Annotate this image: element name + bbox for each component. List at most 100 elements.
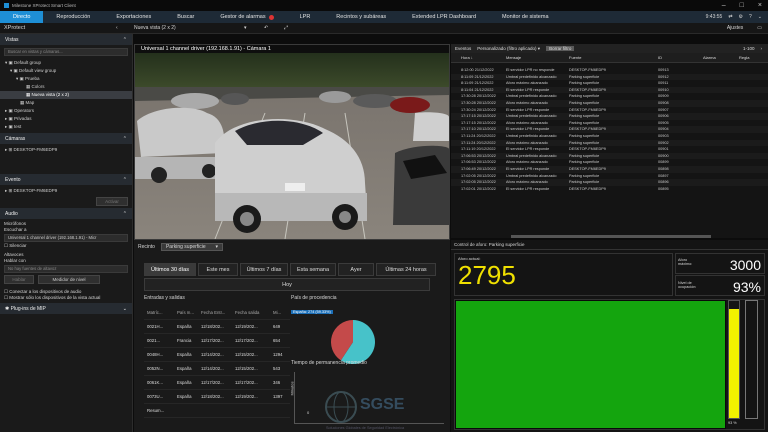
event-row[interactable]: 8:11:09 21/12/2022 Umbral predefinido alc… <box>451 73 768 81</box>
tree-item-prueba[interactable]: ▾ ▣ Prueba <box>0 75 132 83</box>
clear-filter-button[interactable]: Borrar filtro <box>546 46 575 51</box>
show-current-view-checkbox[interactable]: ☐ Mostrar sólo los dispositivos de la vi… <box>4 295 128 301</box>
event-row[interactable]: 17:11:24 20/12/2022 Aforo máximo alcanzad… <box>451 139 768 147</box>
chevron-up-icon[interactable]: ⌃ <box>123 37 127 43</box>
table-row[interactable]: 0021... Francia 12/17/202... 12/17/202... 65… <box>144 334 290 348</box>
cameras-header[interactable]: Cámaras ⌃ <box>0 133 132 144</box>
silenciar-checkbox[interactable]: ☐ Silenciar <box>4 243 128 249</box>
tab-exportaciones[interactable]: Exportaciones <box>103 11 164 23</box>
tab-ultimos-30-dias[interactable]: Últimos 30 días <box>144 263 196 276</box>
view-selector[interactable]: Nueva vista (2 x 2) <box>134 25 244 31</box>
table-row[interactable]: 0052N... España 12/14/202... 12/15/202... 54… <box>144 362 290 376</box>
event-row[interactable]: 17:06:53 20/12/2022 Aforo máximo alcanzad… <box>451 159 768 166</box>
views-header[interactable]: Vistas ⌃ <box>0 34 132 45</box>
tree-item-nueva-vista[interactable]: ▦ Nueva vista (2 x 2) <box>0 91 132 99</box>
gear-icon[interactable]: ⚙ <box>739 14 743 20</box>
tree-item-privadas[interactable]: ▸ ▣ Privadas <box>0 115 132 123</box>
medidor-nivel-button[interactable]: Medidor de nivel <box>38 275 100 284</box>
tree-item-default-view-group[interactable]: ▾ ▣ Default view group <box>0 67 132 75</box>
evento-server-item[interactable]: ▸ ⊞ DESKTOP-FM6EDP9 <box>0 187 132 195</box>
column-regla[interactable]: Regla <box>739 55 768 60</box>
event-row[interactable]: 8:12:00 21/12/2022 El servidor LPR no res… <box>451 67 768 74</box>
col-pais[interactable]: País m... <box>174 306 198 319</box>
chevron-down-icon[interactable]: ⌄ <box>758 14 762 20</box>
microphone-select[interactable]: Universal 1 channel driver (192.168.1.91… <box>4 234 128 242</box>
tab-ultimos-7-dias[interactable]: Últimos 7 días <box>240 263 288 276</box>
table-row[interactable]: 0021H... España 12/18/202... 12/19/202... 64… <box>144 320 290 334</box>
maximize-button[interactable]: □ <box>740 0 744 11</box>
evento-header[interactable]: Evento ⌃ <box>0 174 132 185</box>
tab-reproduccion[interactable]: Reproducción <box>43 11 103 23</box>
tab-recintos[interactable]: Recintos y subáreas <box>323 11 399 23</box>
event-row[interactable]: 17:17:15 20/12/2022 Umbral predefinido al… <box>451 113 768 120</box>
ajustes-button[interactable]: Ajustes <box>727 25 743 31</box>
column-fuente[interactable]: Fuente <box>569 55 658 60</box>
tab-esta-semana[interactable]: Esta semana <box>290 263 336 276</box>
collapse-left-icon[interactable]: ‹ <box>116 25 134 31</box>
event-row[interactable]: 17:30:24 20/12/2022 El servidor LPR respo… <box>451 107 768 114</box>
undo-icon[interactable]: ↶ <box>264 25 284 31</box>
dropdown-arrow-icon[interactable]: ▾ <box>244 25 264 31</box>
table-row[interactable]: 0061K... España 12/17/202... 12/17/202... 34… <box>144 376 290 390</box>
window-icon[interactable]: ▭ <box>757 25 762 31</box>
tab-hoy[interactable]: Hoy <box>144 278 430 291</box>
tab-buscar[interactable]: Buscar <box>164 11 207 23</box>
col-minutos[interactable]: Mi... <box>270 306 290 319</box>
event-row[interactable]: 17:30:28 20/12/2022 Aforo máximo alcanzad… <box>451 99 768 107</box>
column-mensaje[interactable]: Mensaje <box>506 55 569 60</box>
table-row[interactable]: 0073U... España 12/18/202... 12/19/202... 13… <box>144 390 290 404</box>
tab-este-mes[interactable]: Este mes <box>198 263 238 276</box>
tab-ayer[interactable]: Ayer <box>338 263 374 276</box>
recinto-select[interactable]: Parking superficie ▾ <box>160 243 223 251</box>
close-button[interactable]: × <box>758 0 762 11</box>
column-alarma[interactable]: Alarma <box>703 55 739 60</box>
tree-item-map[interactable]: ▦ Map <box>0 99 132 107</box>
tab-gestor-alarmas[interactable]: Gestor de alarmas <box>207 11 286 23</box>
event-row[interactable]: 8:11:04 21/12/2022 El servidor LPR respon… <box>451 86 768 94</box>
event-row[interactable]: 17:11:19 20/12/2022 El servidor LPR respo… <box>451 146 768 153</box>
event-row[interactable]: 8:11:09 21/12/2022 Aforo máximo alcanzado… <box>451 80 768 87</box>
event-row[interactable]: 17:17:10 20/12/2022 El servidor LPR respo… <box>451 126 768 133</box>
event-row[interactable]: 17:17:15 20/12/2022 Aforo máximo alcanzad… <box>451 120 768 127</box>
event-row[interactable]: 17:02:05 20/12/2022 Aforo máximo alcanzad… <box>451 179 768 186</box>
speaker-select[interactable]: No hay fuentes de altavoz <box>4 265 128 273</box>
minimize-button[interactable]: – <box>722 0 726 11</box>
link-icon[interactable]: ⇄ <box>728 14 732 20</box>
audio-header[interactable]: Audio ⌃ <box>0 208 132 219</box>
column-id[interactable]: ID <box>658 55 703 60</box>
events-filter-dropdown[interactable]: Personalizado (filtro aplicado) ▾ <box>477 46 540 52</box>
chevron-up-icon[interactable]: ⌃ <box>123 211 127 217</box>
help-icon[interactable]: ? <box>749 14 752 20</box>
tab-directo[interactable]: Directo <box>0 11 44 23</box>
tree-item-test[interactable]: ▸ ▣ test <box>0 123 132 131</box>
camera-view[interactable]: Universal 1 channel driver (192.168.1.91… <box>134 44 450 240</box>
tab-lpr[interactable]: LPR <box>287 11 324 23</box>
chevron-down-icon[interactable]: ⌄ <box>123 306 127 312</box>
tree-item-operators[interactable]: ▸ ▣ Operators <box>0 107 132 115</box>
hablar-button[interactable]: Hablar <box>4 275 34 284</box>
next-page-icon[interactable]: › <box>761 46 763 51</box>
activar-button[interactable]: Activar <box>96 197 128 206</box>
plugins-header[interactable]: ✱ Plug-ins de MIP ⌄ <box>0 303 132 314</box>
col-fecha-entrada[interactable]: Fecha Entr... <box>198 306 232 319</box>
tree-item-default-group[interactable]: ▾ ▣ Default group <box>0 59 132 67</box>
event-row[interactable]: 17:06:49 20/12/2022 El servidor LPR respo… <box>451 165 768 173</box>
tab-monitor-sistema[interactable]: Monitor de sistema <box>489 11 561 23</box>
events-scrollbar[interactable] <box>511 235 711 238</box>
chevron-up-icon[interactable]: ⌃ <box>123 177 127 183</box>
tab-ultimas-24-horas[interactable]: Últimas 24 horas <box>376 263 436 276</box>
tree-item-colors[interactable]: ▦ Colors <box>0 83 132 91</box>
event-row[interactable]: 17:30:28 20/12/2022 Umbral predefinido al… <box>451 93 768 100</box>
event-row[interactable]: 17:02:01 20/12/2022 El servidor LPR respo… <box>451 186 768 193</box>
tab-extended-lpr[interactable]: Extended LPR Dashboard <box>399 11 489 23</box>
event-row[interactable]: 17:02:05 20/12/2022 Umbral predefinido al… <box>451 173 768 180</box>
views-search-input[interactable]: Buscar en vistas y cámaras... <box>4 48 128 56</box>
column-hora[interactable]: Hora ↓ <box>451 55 506 60</box>
col-matricula[interactable]: Matríc... <box>144 306 174 319</box>
col-fecha-salida[interactable]: Fecha salida <box>232 306 270 319</box>
fullscreen-icon[interactable]: ⤢ <box>284 25 304 31</box>
camera-server-item[interactable]: ▸ ⊞ DESKTOP-FM6EDP9 <box>0 146 132 154</box>
event-row[interactable]: 17:11:24 20/12/2022 Umbral predefinido al… <box>451 133 768 140</box>
event-row[interactable]: 17:06:53 20/12/2022 Umbral predefinido al… <box>451 152 768 160</box>
table-row[interactable]: 0048H... España 12/14/202... 12/15/202... 12… <box>144 348 290 362</box>
